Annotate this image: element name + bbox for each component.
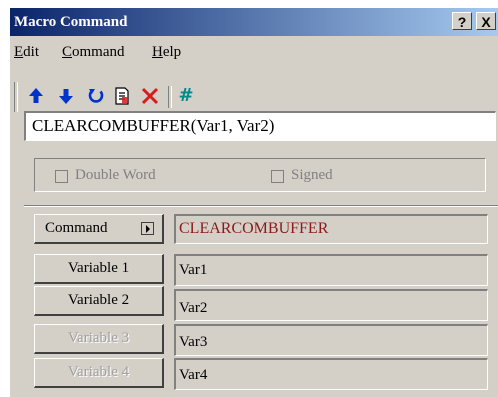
hash-icon[interactable]: # — [176, 86, 196, 106]
document-icon[interactable] — [112, 86, 132, 106]
close-button[interactable]: X — [476, 12, 496, 30]
menu-edit[interactable]: Edit — [14, 44, 39, 61]
command-select-button[interactable]: Command — [34, 214, 164, 244]
delete-icon[interactable] — [140, 86, 160, 106]
signed-label: Signed — [291, 167, 333, 183]
menu-command-mnemonic: C — [62, 44, 73, 60]
window-title: Macro Command — [14, 14, 128, 30]
menu-command[interactable]: Command — [62, 44, 125, 61]
command-line-input[interactable]: CLEARCOMBUFFER(Var1, Var2) — [24, 111, 496, 141]
menu-command-label: ommand — [72, 44, 125, 60]
toolbar-separator — [168, 86, 172, 108]
variable-3-field[interactable]: Var3 — [174, 324, 488, 356]
arrow-up-icon[interactable] — [26, 86, 46, 106]
menu-bar: Edit Command Help — [10, 40, 498, 62]
title-bar: Macro Command ? X — [10, 8, 498, 36]
double-word-checkbox[interactable] — [55, 170, 68, 183]
double-word-label: Double Word — [75, 167, 156, 183]
toolbar: # — [10, 66, 498, 112]
refresh-icon[interactable] — [86, 86, 106, 106]
variable-3-button[interactable]: Variable 3 — [34, 324, 164, 354]
command-button-label: Command — [45, 220, 108, 236]
menu-help-label: elp — [162, 44, 182, 60]
signed-checkbox[interactable] — [271, 170, 284, 183]
variable-2-button[interactable]: Variable 2 — [34, 286, 164, 316]
chevron-right-icon — [141, 222, 154, 235]
command-value-field[interactable]: CLEARCOMBUFFER — [174, 214, 488, 244]
toolbar-grip[interactable] — [14, 82, 18, 112]
arrow-down-icon[interactable] — [56, 86, 76, 106]
variable-2-field[interactable]: Var2 — [174, 289, 488, 321]
divider — [24, 205, 498, 207]
variable-4-field[interactable]: Var4 — [174, 358, 488, 390]
macro-command-window: Macro Command ? X Edit Command Help # CL… — [10, 8, 498, 397]
options-panel: Double Word Signed — [34, 158, 486, 192]
menu-help[interactable]: Help — [152, 44, 181, 61]
variable-1-button[interactable]: Variable 1 — [34, 254, 164, 284]
menu-help-mnemonic: H — [152, 44, 163, 60]
menu-edit-mnemonic: E — [14, 44, 24, 60]
variable-1-field[interactable]: Var1 — [174, 254, 488, 286]
menu-edit-label: dit — [23, 44, 40, 60]
help-button[interactable]: ? — [452, 12, 472, 30]
variable-4-button[interactable]: Variable 4 — [34, 358, 164, 388]
